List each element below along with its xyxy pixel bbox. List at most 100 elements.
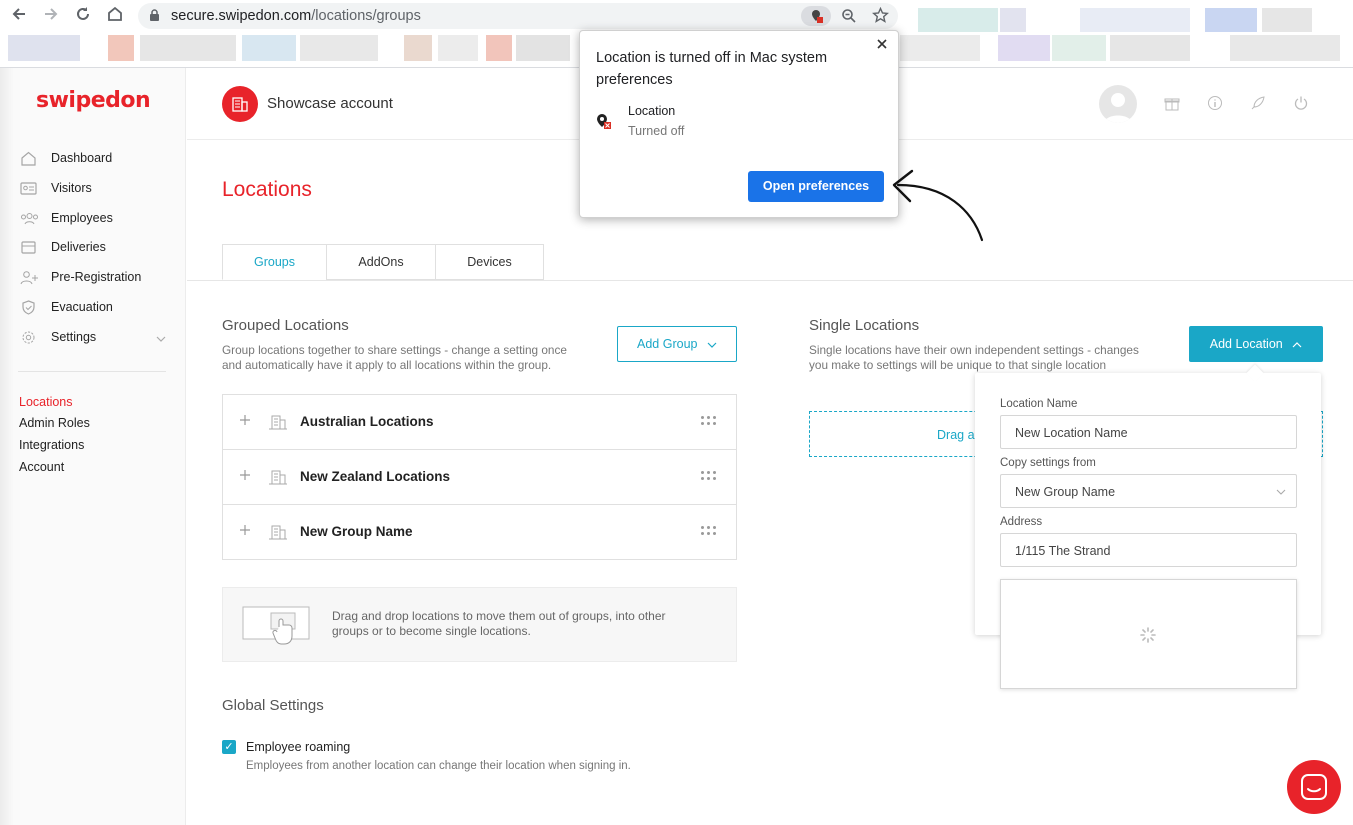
bookmark-item[interactable] [1110,35,1190,61]
sidebar-subitem-locations[interactable]: Locations [19,395,73,409]
expand-icon[interactable] [239,523,251,541]
home-icon[interactable] [104,5,126,27]
star-icon[interactable] [872,6,889,29]
bookmark-item[interactable] [108,35,134,61]
expand-icon[interactable] [239,413,251,431]
popup-title: Location is turned off in Mac system pre… [596,50,828,88]
bookmark-item[interactable] [300,35,378,61]
building-icon [268,524,288,540]
extension-icon [1080,8,1190,32]
drag-handle-icon[interactable] [701,471,717,481]
bookmark-item[interactable] [998,35,1050,61]
sidebar-item-pre-registration[interactable]: Pre-Registration [18,267,174,289]
bookmark-item[interactable] [1230,35,1340,61]
building-icon [268,414,288,430]
drop-zone-text: Drag a [937,428,975,442]
account-name[interactable]: Showcase account [267,95,393,112]
chevron-down-icon [1276,489,1286,495]
group-name: Australian Locations [300,414,434,429]
package-icon [20,240,37,255]
extension-icon [1000,8,1026,32]
rocket-icon[interactable] [1249,95,1267,113]
group-row[interactable]: New Zealand Locations [222,449,737,505]
sidebar-item-label: Dashboard [51,151,113,165]
chevron-down-icon [155,331,167,349]
user-avatar[interactable] [1099,85,1137,123]
group-row[interactable]: New Group Name [222,504,737,560]
sidebar-item-dashboard[interactable]: Dashboard [18,148,174,170]
drag-drop-text: Drag and drop locations to move them out… [332,609,666,638]
open-preferences-button[interactable]: Open preferences [748,171,884,202]
back-icon[interactable] [8,5,30,27]
group-name: New Zealand Locations [300,469,451,484]
sidebar-item-label: Evacuation [51,300,113,314]
tab-addons[interactable]: AddOns [326,244,436,280]
account-avatar[interactable] [222,86,258,122]
home-icon [20,151,37,166]
bookmark-item[interactable] [404,35,432,61]
chat-launcher-button[interactable] [1287,760,1341,814]
global-settings-title: Global Settings [222,697,324,714]
sidebar-item-label: Settings [51,330,97,344]
location-permission-popup: Location is turned off in Mac system pre… [579,30,899,218]
sidebar-item-employees[interactable]: Employees [18,208,174,230]
bookmark-item[interactable] [242,35,296,61]
drag-drop-hint: Drag and drop locations to move them out… [222,587,737,662]
employee-roaming-label[interactable]: Employee roaming [246,740,350,754]
annotation-arrow-icon [892,169,984,242]
bookmark-item[interactable] [8,35,80,61]
grouped-locations-desc: Group locations together to share settin… [222,343,567,372]
sidebar-subitem-admin-roles[interactable]: Admin Roles [19,416,90,430]
address-input[interactable]: 1/115 The Strand [1000,533,1297,567]
address-bar[interactable]: secure.swipedon.com/locations/groups [138,3,898,29]
copy-settings-select[interactable]: New Group Name [1000,474,1297,508]
add-location-button[interactable]: Add Location [1189,326,1323,362]
sidebar-subitem-integrations[interactable]: Integrations [19,438,84,452]
bookmark-item[interactable] [516,35,570,61]
sidebar-item-visitors[interactable]: Visitors [18,178,174,200]
tab-devices[interactable]: Devices [435,244,544,280]
sidebar-subitem-account[interactable]: Account [19,460,64,474]
building-icon [268,469,288,485]
building-icon [232,97,248,112]
employee-roaming-checkbox[interactable]: ✓ [222,740,236,754]
extension-icons [918,8,998,32]
bookmark-item[interactable] [486,35,512,61]
expand-icon[interactable] [239,468,251,486]
gear-icon [20,330,37,345]
info-icon[interactable] [1206,95,1224,113]
sidebar-item-evacuation[interactable]: Evacuation [18,297,174,319]
reload-icon[interactable] [72,5,94,27]
location-blocked-icon[interactable] [801,6,831,26]
swipedon-logo[interactable]: swipedon [36,88,151,113]
single-locations-desc: Single locations have their own independ… [809,343,1139,372]
drag-handle-icon[interactable] [701,416,717,426]
power-icon[interactable] [1292,95,1310,113]
bookmark-item[interactable] [438,35,478,61]
dropdown-caret [1246,364,1264,382]
forward-icon[interactable] [40,5,62,27]
location-name-input[interactable]: New Location Name [1000,415,1297,449]
sidebar-divider [18,371,166,372]
sidebar-item-label: Visitors [51,181,92,195]
gift-icon[interactable] [1163,95,1181,113]
extension-icon [1205,8,1257,32]
zoom-icon[interactable] [841,8,857,29]
chevron-down-icon [707,342,717,348]
chevron-up-icon [1292,341,1302,348]
bookmark-item[interactable] [1052,35,1106,61]
address-autocomplete [1000,579,1297,689]
shield-icon [20,300,37,315]
bookmark-item[interactable] [140,35,236,61]
single-locations-title: Single Locations [809,317,920,334]
person-add-icon [20,270,38,285]
drag-handle-icon[interactable] [701,526,717,536]
add-group-button[interactable]: Add Group [617,326,737,362]
bookmark-item[interactable] [900,35,980,61]
group-row[interactable]: Australian Locations [222,394,737,450]
tab-groups[interactable]: Groups [222,244,327,280]
people-icon [20,211,38,226]
close-icon[interactable] [876,37,888,55]
sidebar-item-deliveries[interactable]: Deliveries [18,237,174,259]
sidebar-item-settings[interactable]: Settings [18,327,174,349]
